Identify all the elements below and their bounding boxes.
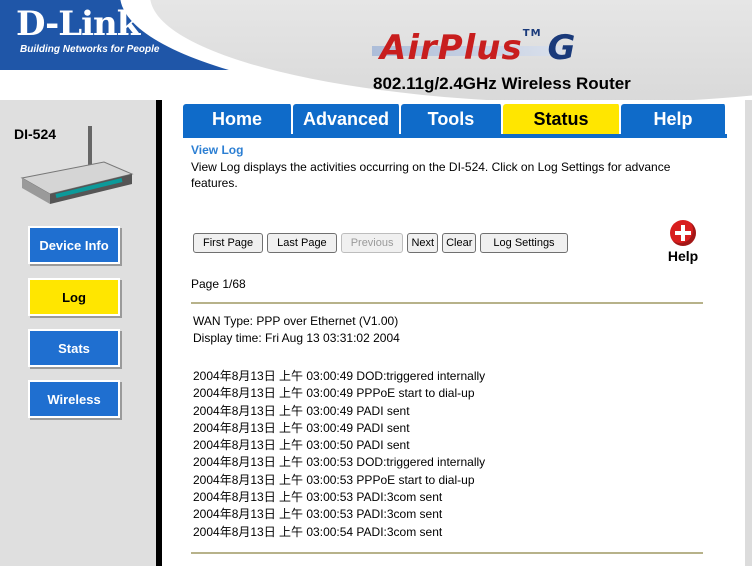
nav-wireless[interactable]: Wireless [28,380,120,418]
clear-button[interactable]: Clear [442,233,477,253]
tab-status[interactable]: Status [503,104,621,134]
model-title: 802.11g/2.4GHz Wireless Router [373,74,631,93]
log-settings-button[interactable]: Log Settings [480,233,568,253]
page-description: View Log displays the activities occurri… [191,160,671,190]
page-indicator: Page 1/68 [191,277,246,291]
log-entry: 2004年8月13日 上午 03:00:50 PADI sent [193,438,410,453]
nav-device-info[interactable]: Device Info [28,226,120,264]
nav-log[interactable]: Log [28,278,120,316]
tab-help[interactable]: Help [621,104,727,134]
log-entry: 2004年8月13日 上午 03:00:53 DOD:triggered int… [193,455,486,470]
tab-advanced[interactable]: Advanced [293,104,401,134]
log-entry: 2004年8月13日 上午 03:00:53 PADI:3com sent [193,490,443,505]
right-edge [745,100,752,566]
wan-type: WAN Type: PPP over Ethernet (V1.00) [193,314,399,328]
dlink-tagline: Building Networks for People [20,44,160,55]
previous-button[interactable]: Previous [340,233,404,253]
first-page-button[interactable]: First Page [193,233,264,253]
log-entry: 2004年8月13日 上午 03:00:53 PADI:3com sent [193,507,443,522]
airplus-word: AirPlus [380,28,523,68]
help-link[interactable]: Help [663,220,703,264]
log-entry: 2004年8月13日 上午 03:00:49 PPPoE start to di… [193,386,475,401]
nav-stats[interactable]: Stats [28,329,120,367]
help-plus-icon [670,220,696,246]
log-entry: 2004年8月13日 上午 03:00:49 PADI sent [193,420,410,435]
page-title: View Log [191,143,244,157]
dlink-logo: D-Link [16,4,140,44]
main-tabs: Home Advanced Tools Status Help [183,104,727,134]
airplus-logo: AirPlusTM G [380,28,576,68]
header-banner: D-Link Building Networks for People AirP… [0,0,752,100]
log-entry: 2004年8月13日 上午 03:00:49 DOD:triggered int… [193,369,486,383]
tab-home[interactable]: Home [183,104,293,134]
sidebar-divider [156,100,162,566]
device-model-label: DI-524 [14,126,57,142]
help-label: Help [667,248,699,264]
last-page-button[interactable]: Last Page [267,233,337,253]
display-time: Display time: Fri Aug 13 03:31:02 2004 [193,331,400,345]
content-panel: View Log View Log displays the activitie… [183,138,725,566]
log-entry: 2004年8月13日 上午 03:00:54 PADI:3com sent [193,524,443,539]
log-entry: 2004年8月13日 上午 03:00:53 PPPoE start to di… [193,472,475,487]
divider-bottom [191,552,703,554]
divider-top [191,302,703,304]
log-list: 2004年8月13日 上午 03:00:49 DOD:triggered int… [193,368,485,541]
airplus-tm: TM [522,28,542,39]
next-button[interactable]: Next [407,233,439,253]
airplus-g: G [547,28,577,68]
log-button-row: First Page Last Page Previous Next Clear… [193,233,568,253]
tab-tools[interactable]: Tools [401,104,503,134]
log-entry: 2004年8月13日 上午 03:00:49 PADI sent [193,403,410,418]
